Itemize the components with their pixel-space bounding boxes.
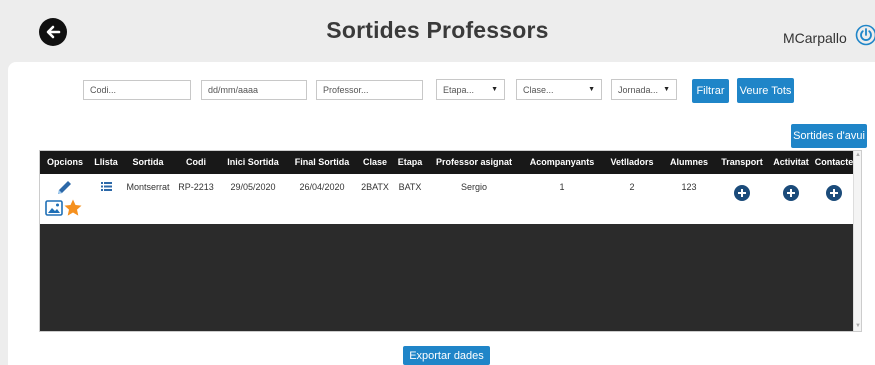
clase-select[interactable]: Clase... ▼ <box>516 79 602 100</box>
professor-placeholder: Professor... <box>323 85 369 95</box>
trips-table: Opcions Llista Sortida Codi Inici Sortid… <box>39 150 862 332</box>
transport-plus-icon[interactable] <box>734 185 750 201</box>
cell-final: 26/04/2020 <box>299 182 345 192</box>
pencil-icon[interactable] <box>54 178 74 198</box>
scroll-down-icon[interactable]: ▼ <box>855 323 861 329</box>
col-final: Final Sortida <box>294 157 350 167</box>
etapa-value: Etapa... <box>443 84 475 95</box>
cell-etapa: BATX <box>398 182 422 192</box>
col-sortida: Sortida <box>132 157 164 167</box>
jornada-select[interactable]: Jornada... ▼ <box>611 79 677 100</box>
table-row: Montserrat RP-2213 29/05/2020 26/04/2020… <box>40 174 854 224</box>
date-input[interactable]: dd/mm/aaaa <box>201 80 307 100</box>
col-opcions: Opcions <box>46 157 83 167</box>
caret-down-icon: ▼ <box>491 86 498 93</box>
caret-down-icon: ▼ <box>663 86 670 93</box>
col-transport: Transport <box>721 157 763 167</box>
col-professor: Professor asignat <box>435 157 513 167</box>
show-all-button[interactable]: Veure Tots <box>737 78 794 103</box>
contacte-plus-icon[interactable] <box>826 185 842 201</box>
cell-inici: 29/05/2020 <box>230 182 276 192</box>
cell-codi: RP-2213 <box>178 182 214 192</box>
caret-down-icon: ▼ <box>588 86 595 93</box>
cell-vetlladors: 2 <box>629 182 635 192</box>
user-name[interactable]: MCarpallo <box>783 30 847 46</box>
list-icon[interactable] <box>101 182 112 191</box>
cell-alumnes: 123 <box>681 182 697 192</box>
col-etapa: Etapa <box>397 157 423 167</box>
today-trips-button[interactable]: Sortides d'avui <box>791 124 867 148</box>
table-header: Opcions Llista Sortida Codi Inici Sortid… <box>40 151 854 174</box>
page-title: Sortides Professors <box>326 17 549 43</box>
col-llista: Llista <box>94 157 118 167</box>
star-icon[interactable] <box>63 198 83 218</box>
export-button[interactable]: Exportar dades <box>403 346 490 365</box>
col-vetlladors: Vetlladors <box>610 157 654 167</box>
jornada-value: Jornada... <box>618 84 659 95</box>
col-clase: Clase <box>362 157 388 167</box>
col-alumnes: Alumnes <box>669 157 708 167</box>
image-icon[interactable] <box>45 200 63 216</box>
filter-button[interactable]: Filtrar <box>692 79 729 103</box>
activitat-plus-icon[interactable] <box>783 185 799 201</box>
col-acompanyants: Acompanyants <box>529 157 595 167</box>
cell-sortida: Montserrat <box>126 182 170 192</box>
codi-input[interactable]: Codi... <box>83 80 191 100</box>
cell-acompanyants: 1 <box>559 182 565 192</box>
cell-clase: 2BATX <box>361 182 389 192</box>
col-contacte: Contacte <box>814 157 854 167</box>
table-scrollbar[interactable]: ▲ ▼ <box>853 151 861 331</box>
clase-value: Clase... <box>523 84 554 95</box>
col-inici: Inici Sortida <box>227 157 279 167</box>
top-bar: Sortides Professors MCarpallo <box>0 0 875 62</box>
col-activitat: Activitat <box>773 157 809 167</box>
scroll-up-icon[interactable]: ▲ <box>855 152 861 158</box>
etapa-select[interactable]: Etapa... ▼ <box>436 79 505 100</box>
col-codi: Codi <box>186 157 206 167</box>
power-icon[interactable] <box>855 24 875 46</box>
professor-input[interactable]: Professor... <box>316 80 423 100</box>
cell-professor: Sergio <box>460 182 487 192</box>
date-placeholder: dd/mm/aaaa <box>208 85 259 95</box>
codi-placeholder: Codi... <box>90 85 117 95</box>
